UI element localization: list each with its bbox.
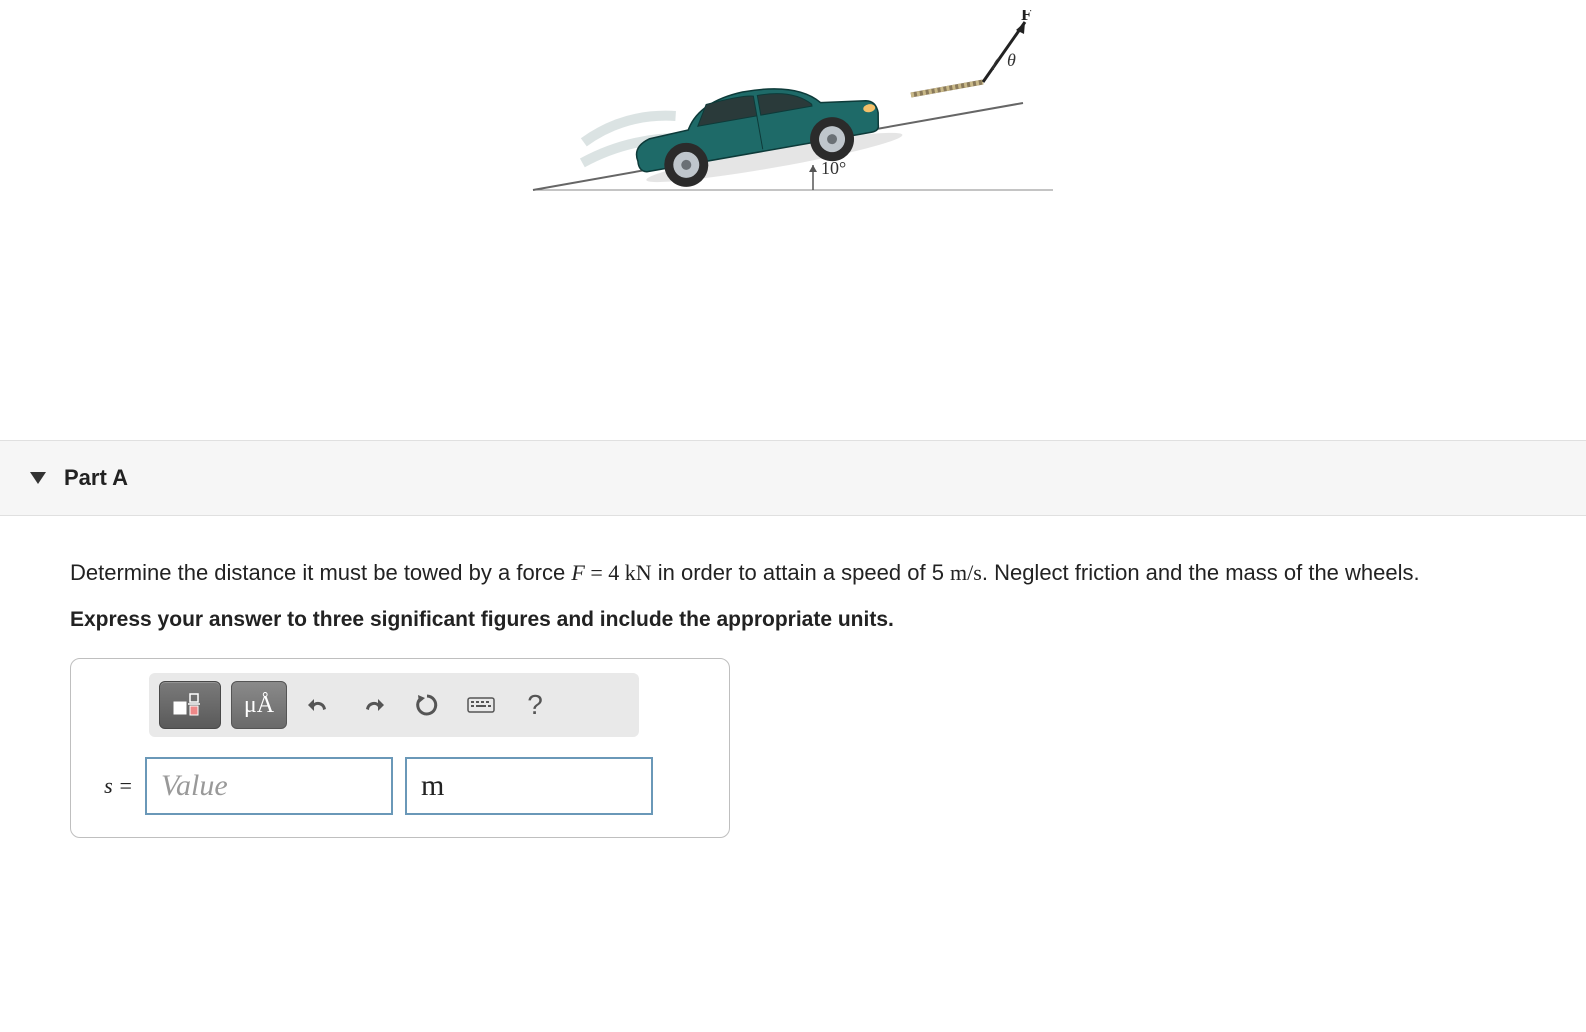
- unit-text: m: [421, 769, 444, 803]
- value-input[interactable]: [145, 757, 393, 815]
- answer-box: μÅ: [70, 658, 730, 838]
- content-area: Determine the distance it must be towed …: [0, 516, 1586, 868]
- undo-button[interactable]: [297, 681, 341, 729]
- problem-figure: 10°: [513, 10, 1073, 210]
- reset-button[interactable]: [405, 681, 449, 729]
- theta-label: θ: [1007, 50, 1016, 70]
- templates-button[interactable]: [159, 681, 221, 729]
- figure-area: 10°: [0, 0, 1586, 440]
- unit-input[interactable]: m: [405, 757, 653, 815]
- part-title: Part A: [64, 465, 128, 491]
- redo-icon: [360, 693, 386, 717]
- answer-toolbar: μÅ: [149, 673, 639, 737]
- special-chars-button[interactable]: μÅ: [231, 681, 287, 729]
- redo-button[interactable]: [351, 681, 395, 729]
- q-force-eq: = 4: [585, 560, 625, 585]
- force-label: F: [1021, 10, 1032, 24]
- reset-icon: [414, 692, 440, 718]
- help-button[interactable]: ?: [513, 681, 557, 729]
- variable-label: s =: [89, 773, 133, 799]
- q-force-unit: kN: [625, 560, 652, 585]
- keyboard-icon: [466, 694, 496, 716]
- input-row: s = m: [89, 757, 711, 815]
- q-mid: in order to attain a speed of 5: [652, 560, 950, 585]
- collapse-toggle-icon[interactable]: [30, 472, 46, 484]
- special-chars-label: μÅ: [244, 692, 274, 719]
- fraction-template-icon: [170, 690, 210, 720]
- instruction-text: Express your answer to three significant…: [70, 608, 1516, 632]
- q-suffix: . Neglect friction and the mass of the w…: [982, 560, 1420, 585]
- help-label: ?: [527, 689, 543, 721]
- part-header: Part A: [0, 440, 1586, 516]
- keyboard-button[interactable]: [459, 681, 503, 729]
- question-text: Determine the distance it must be towed …: [70, 556, 1516, 590]
- q-prefix: Determine the distance it must be towed …: [70, 560, 571, 585]
- q-force-var: F: [571, 560, 584, 585]
- q-speed-unit: m/s: [950, 560, 982, 585]
- undo-icon: [306, 693, 332, 717]
